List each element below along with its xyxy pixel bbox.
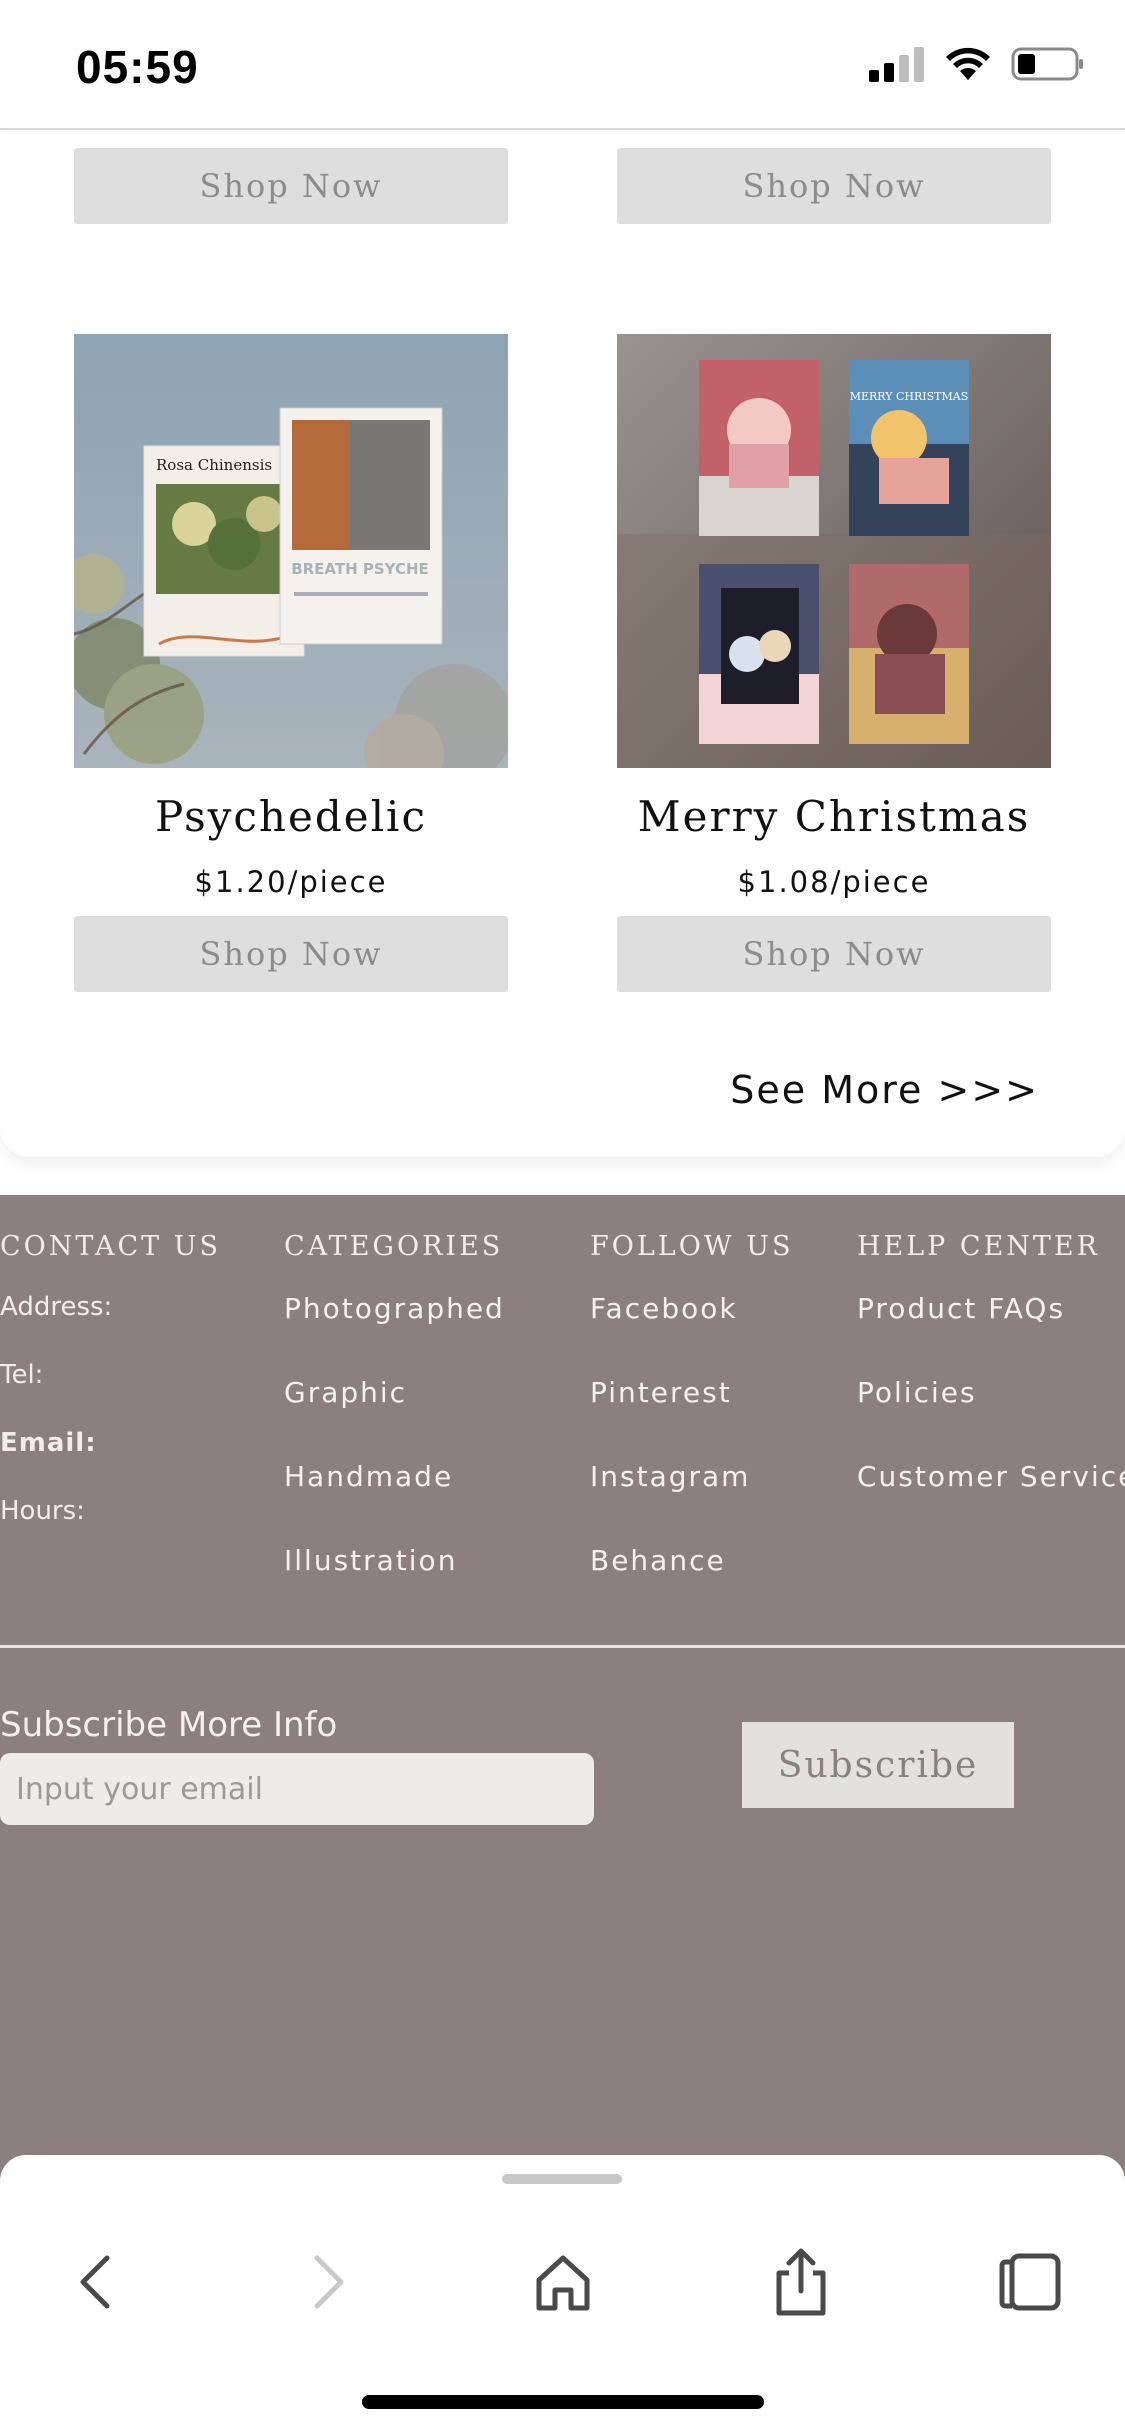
footer-divider xyxy=(0,1645,1125,1648)
site-footer: CONTACT US Address: Tel: Email: Hours: C… xyxy=(0,1195,1125,2195)
forward-button[interactable] xyxy=(284,2237,374,2327)
contact-email: Email: xyxy=(0,1428,97,1458)
poster-headline: BREATH PSYCHE xyxy=(291,560,429,578)
contact-tel: Tel: xyxy=(0,1360,44,1390)
follow-heading: FOLLOW US xyxy=(590,1231,794,1262)
subscribe-button[interactable]: Subscribe xyxy=(742,1722,1014,1808)
product-title: Psychedelic xyxy=(155,792,427,841)
product-title: Merry Christmas xyxy=(637,792,1031,841)
poster-title: Rosa Chinensis xyxy=(156,456,272,474)
back-button[interactable] xyxy=(50,2237,140,2327)
contact-column: CONTACT US Address: Tel: Email: Hours: xyxy=(0,1231,221,1564)
social-link-facebook[interactable]: Facebook xyxy=(590,1292,793,1376)
product-grid-card: Shop Now Shop Now Rosa Chinensis BREATH … xyxy=(0,132,1125,1157)
category-link[interactable]: Handmade xyxy=(284,1460,505,1544)
email-input[interactable] xyxy=(0,1753,594,1825)
wifi-icon xyxy=(946,47,990,80)
social-link-instagram[interactable]: Instagram xyxy=(590,1460,793,1544)
product-price: $1.08/piece xyxy=(737,865,931,899)
home-button[interactable] xyxy=(518,2237,608,2327)
contact-heading: CONTACT US xyxy=(0,1231,221,1262)
product-image-merry-christmas[interactable]: MERRY CHRISTMAS xyxy=(617,334,1051,768)
subscribe-label: Subscribe More Info xyxy=(0,1705,338,1745)
tabs-icon xyxy=(999,2253,1061,2311)
categories-heading: CATEGORIES xyxy=(284,1231,504,1262)
category-link[interactable]: Illustration xyxy=(284,1544,505,1628)
help-link-faqs[interactable]: Product FAQs xyxy=(857,1292,1125,1376)
social-link-behance[interactable]: Behance xyxy=(590,1544,793,1628)
share-icon xyxy=(776,2248,826,2316)
home-icon xyxy=(536,2255,590,2311)
battery-icon xyxy=(1011,47,1083,81)
toolbar-grabber[interactable] xyxy=(502,2174,622,2184)
shop-now-button[interactable]: Shop Now xyxy=(74,148,508,224)
browser-toolbar xyxy=(0,2155,1125,2436)
help-link-policies[interactable]: Policies xyxy=(857,1376,1125,1460)
shop-now-button[interactable]: Shop Now xyxy=(74,916,508,992)
follow-column: FOLLOW US Facebook Pinterest Instagram B… xyxy=(590,1231,793,1628)
card-text: MERRY CHRISTMAS xyxy=(850,390,969,403)
help-link-customer-service[interactable]: Customer Service xyxy=(857,1460,1125,1544)
signal-icon xyxy=(869,47,924,82)
tabs-button[interactable] xyxy=(985,2237,1075,2327)
forward-icon xyxy=(314,2255,344,2309)
contact-address: Address: xyxy=(0,1292,113,1322)
status-bar: 05:59 xyxy=(0,0,1125,130)
share-button[interactable] xyxy=(756,2237,846,2327)
help-column: HELP CENTER Product FAQs Policies Custom… xyxy=(857,1231,1125,1544)
status-icons xyxy=(869,46,1085,82)
back-icon xyxy=(80,2255,110,2309)
social-link-pinterest[interactable]: Pinterest xyxy=(590,1376,793,1460)
contact-hours: Hours: xyxy=(0,1496,85,1526)
categories-column: CATEGORIES Photographed Graphic Handmade… xyxy=(284,1231,505,1628)
product-image-psychedelic[interactable]: Rosa Chinensis BREATH PSYCHE xyxy=(74,334,508,768)
shop-now-button[interactable]: Shop Now xyxy=(617,916,1051,992)
home-indicator xyxy=(362,2395,764,2409)
category-link[interactable]: Graphic xyxy=(284,1376,505,1460)
see-more-link[interactable]: See More >>> xyxy=(730,1068,1039,1112)
category-link[interactable]: Photographed xyxy=(284,1292,505,1376)
shop-now-button[interactable]: Shop Now xyxy=(617,148,1051,224)
help-heading: HELP CENTER xyxy=(857,1231,1100,1262)
status-time: 05:59 xyxy=(76,41,199,93)
product-price: $1.20/piece xyxy=(194,865,388,899)
